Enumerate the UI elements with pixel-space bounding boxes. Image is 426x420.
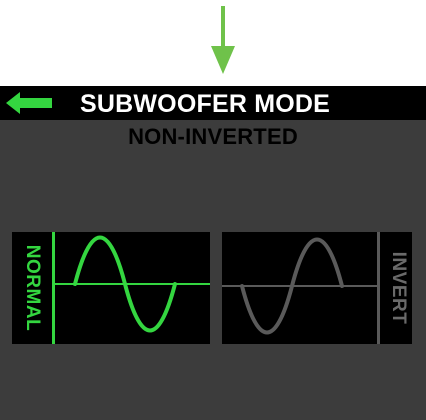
- normal-mode-option[interactable]: NORMAL: [12, 232, 210, 344]
- normal-label: NORMAL: [22, 244, 43, 332]
- normal-label-area: NORMAL: [12, 232, 55, 344]
- title-bar: SUBWOOFER MODE: [0, 86, 426, 120]
- inverted-sine-wave-icon: [222, 237, 377, 335]
- sine-wave-icon: [55, 235, 210, 333]
- invert-mode-option[interactable]: INVERT: [222, 232, 412, 344]
- invert-label-area: INVERT: [377, 232, 415, 344]
- pointer-arrow-icon: [211, 6, 235, 74]
- page-title: SUBWOOFER MODE: [80, 90, 331, 118]
- device-screen: SUBWOOFER MODE NON-INVERTED NORMAL INVER…: [0, 86, 426, 420]
- invert-label: INVERT: [387, 251, 409, 325]
- back-arrow-icon[interactable]: [6, 92, 54, 114]
- current-mode-label: NON-INVERTED: [128, 124, 298, 149]
